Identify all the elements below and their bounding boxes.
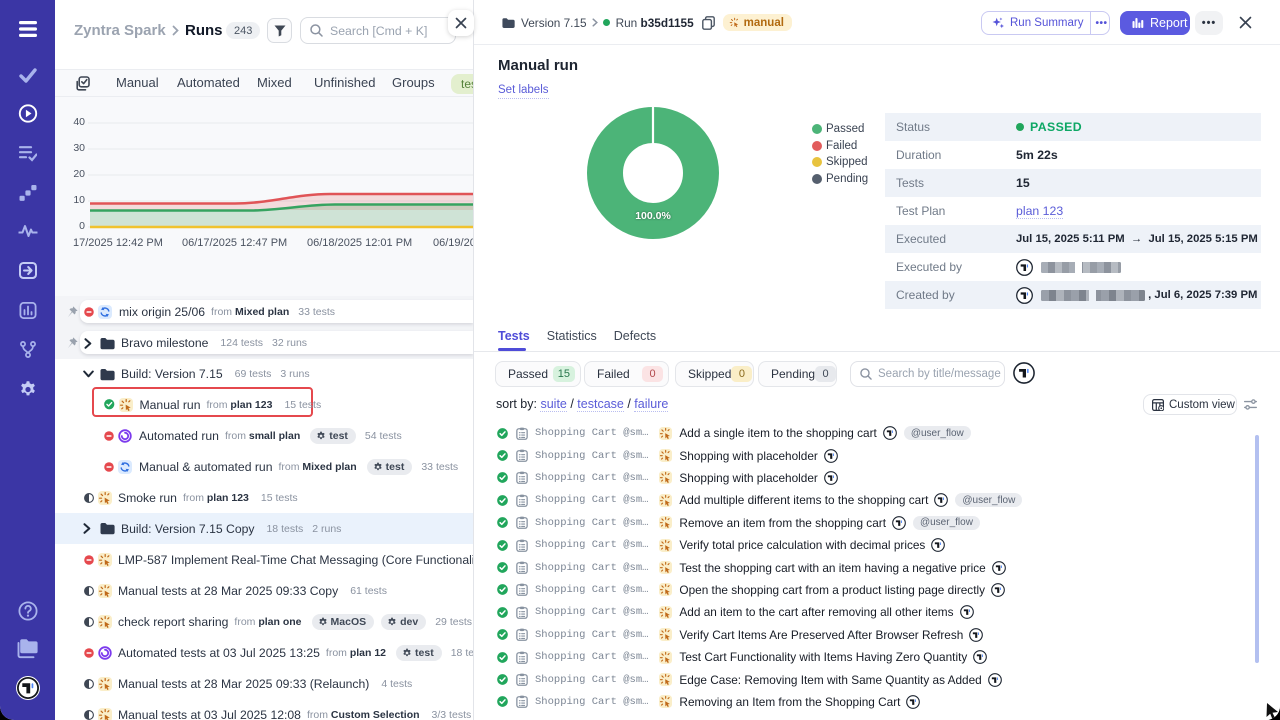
svg-text:100.0%: 100.0%	[635, 210, 671, 222]
